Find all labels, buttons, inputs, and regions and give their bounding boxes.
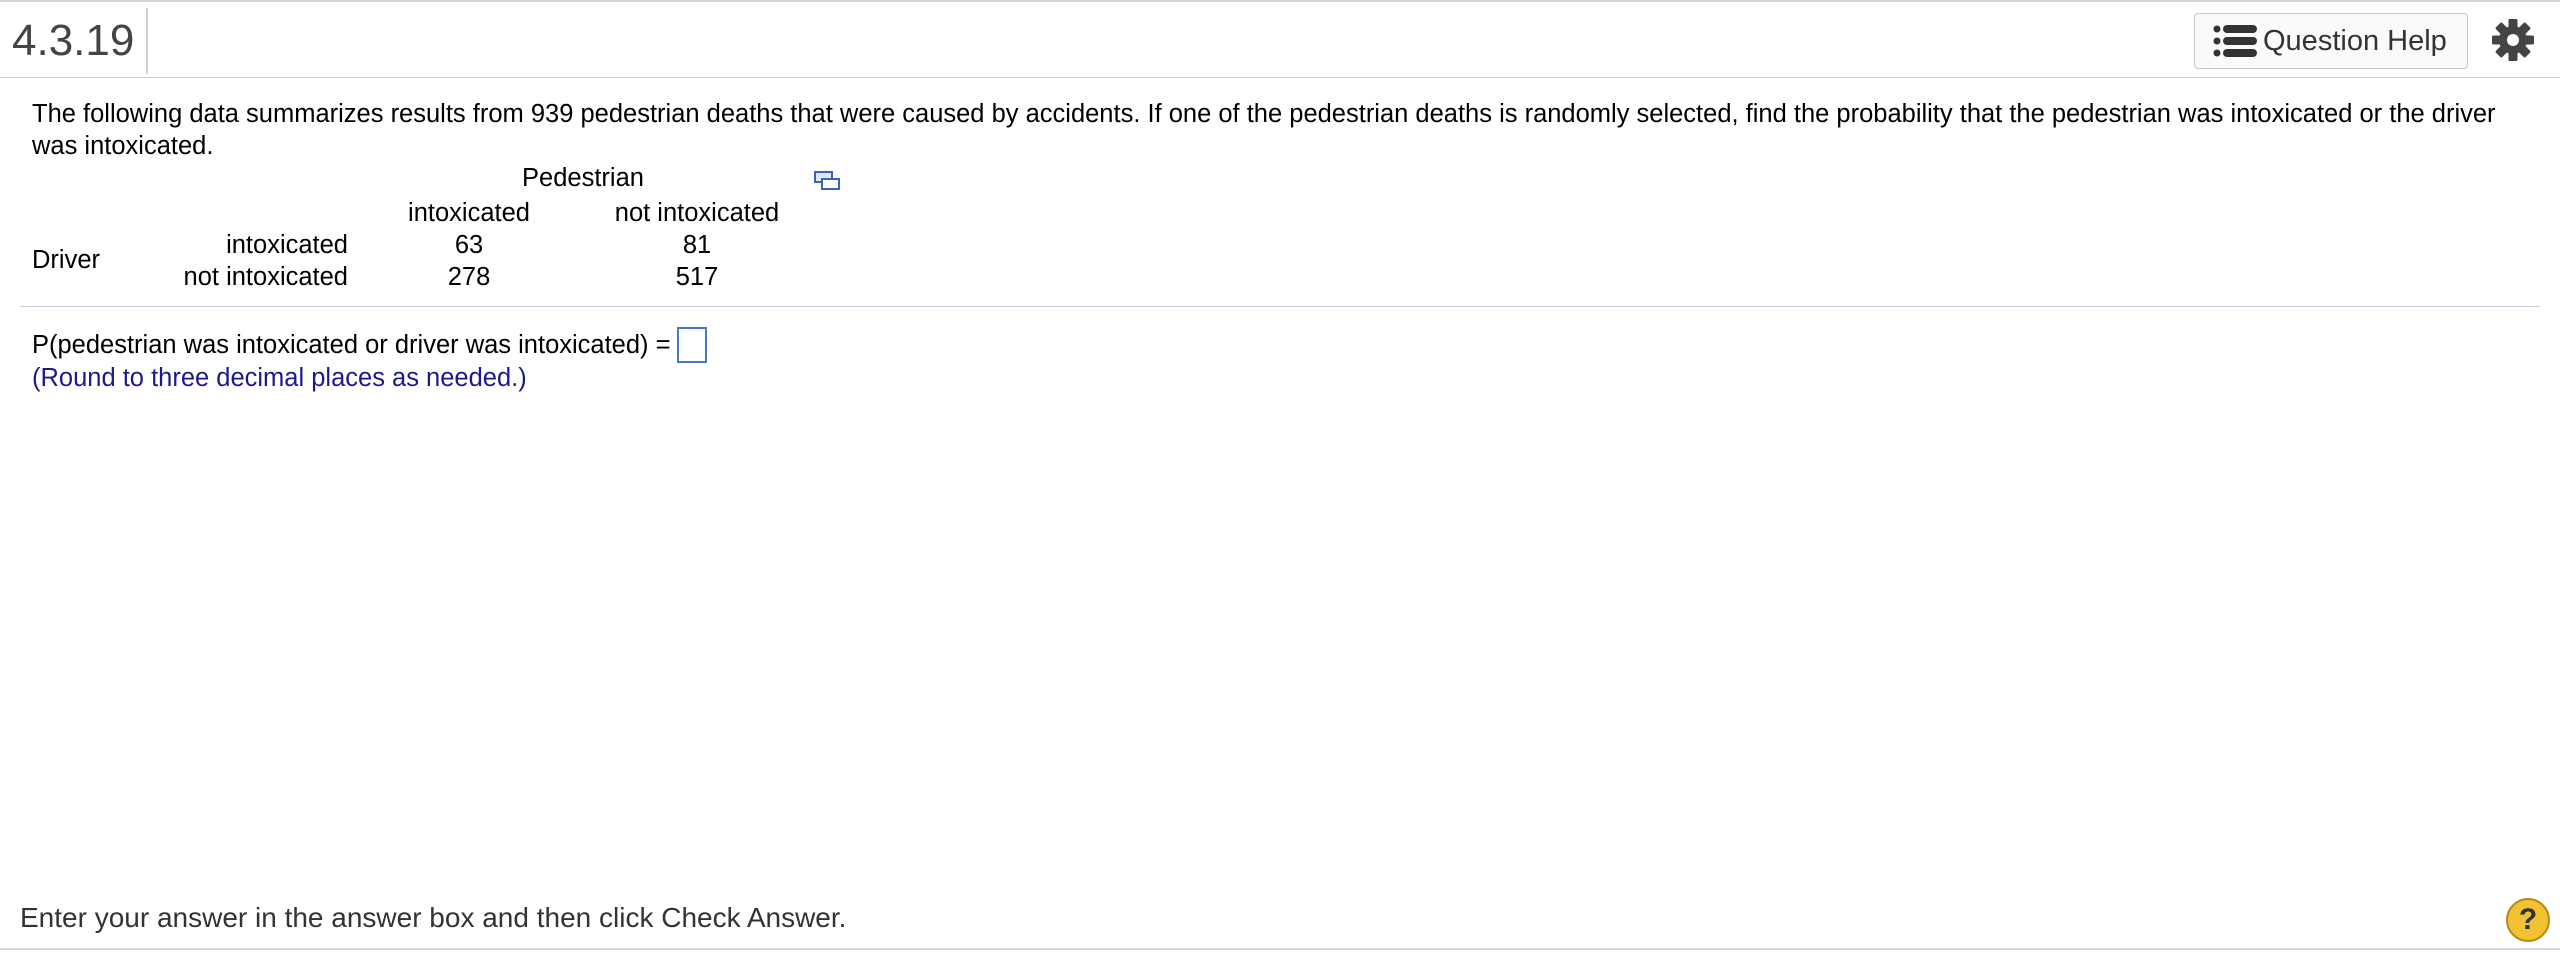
- help-icon[interactable]: ?: [2506, 898, 2550, 942]
- question-text: The following data summarizes results fr…: [32, 100, 2496, 160]
- row-group-label: Driver: [32, 246, 100, 274]
- question-help-button[interactable]: Question Help: [2194, 13, 2468, 69]
- gear-icon[interactable]: [2490, 17, 2536, 63]
- question-number: 4.3.19: [12, 16, 135, 65]
- footer-instruction: Enter your answer in the answer box and …: [20, 902, 847, 933]
- section-divider: [20, 306, 2540, 307]
- cell-driver-intox-ped-intox: 63: [454, 231, 484, 259]
- question-header: 4.3.19 Question Help: [0, 0, 2560, 78]
- column-group-label: Pedestrian: [522, 164, 644, 192]
- answer-input[interactable]: [676, 327, 707, 363]
- cell-driver-intox-ped-not-intox: 81: [682, 231, 712, 259]
- column-header-not-intoxicated: not intoxicated: [614, 199, 780, 227]
- list-icon: [2213, 25, 2257, 57]
- row-label-intoxicated: intoxicated: [226, 231, 348, 259]
- answer-row: P(pedestrian was intoxicated or driver w…: [32, 327, 707, 363]
- column-header-intoxicated: intoxicated: [408, 199, 530, 227]
- popout-icon[interactable]: [814, 170, 840, 192]
- cell-driver-not-intox-ped-not-intox: 517: [675, 263, 719, 291]
- cell-driver-not-intox-ped-intox: 278: [447, 263, 491, 291]
- rounding-note: (Round to three decimal places as needed…: [32, 364, 527, 392]
- bottom-border: [0, 948, 2560, 950]
- question-help-label: Question Help: [2263, 24, 2447, 57]
- answer-prompt: P(pedestrian was intoxicated or driver w…: [32, 330, 671, 359]
- row-label-not-intoxicated: not intoxicated: [183, 263, 348, 291]
- header-divider: [146, 8, 148, 74]
